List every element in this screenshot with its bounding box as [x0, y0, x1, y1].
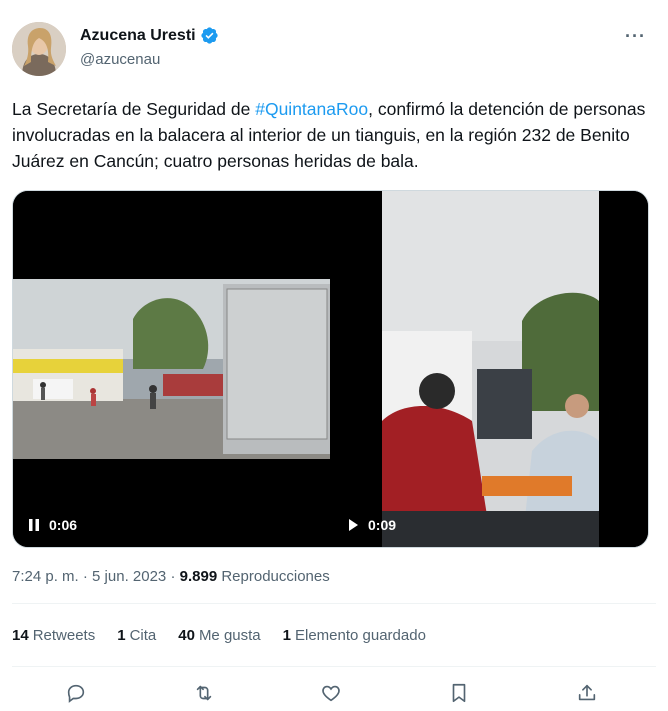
pause-icon[interactable]: [27, 518, 41, 532]
video-2-time: 0:09: [368, 517, 397, 533]
play-icon[interactable]: [346, 518, 360, 532]
video-1[interactable]: 0:06: [13, 191, 330, 547]
quotes-stat[interactable]: 1 Cita: [117, 627, 156, 644]
display-name[interactable]: Azucena Uresti: [80, 27, 196, 45]
reply-icon[interactable]: [61, 678, 91, 708]
hashtag-link[interactable]: #QuintanaRoo: [255, 99, 368, 119]
media-grid: 0:06 0:09: [12, 190, 649, 548]
retweets-label: Retweets: [32, 627, 96, 644]
avatar[interactable]: [12, 22, 66, 76]
bookmarks-count: 1: [282, 627, 291, 644]
tweet-text: La Secretaría de Seguridad de #QuintanaR…: [12, 96, 660, 174]
engagement-stats: 14 Retweets 1 Cita 40 Me gusta 1 Elemento gu…: [12, 627, 426, 644]
bookmark-icon[interactable]: [444, 678, 474, 708]
divider: [12, 666, 656, 667]
video-2[interactable]: 0:09: [332, 191, 648, 547]
tweet: Azucena Uresti @azucenau ··· La Secretar…: [0, 0, 668, 711]
meta-separator: ·: [82, 568, 88, 585]
bookmarks-stat[interactable]: 1 Elemento guardado: [283, 627, 426, 644]
bookmarks-label: Elemento guardado: [294, 627, 426, 644]
tweet-text-start: La Secretaría de Seguridad de: [12, 99, 256, 119]
retweet-icon[interactable]: [189, 678, 219, 708]
like-icon[interactable]: [316, 678, 346, 708]
likes-label: Me gusta: [198, 627, 261, 644]
tweet-date[interactable]: 5 jun. 2023: [92, 568, 166, 585]
quotes-count: 1: [117, 627, 126, 644]
video-1-frame: [13, 279, 330, 459]
video-2-frame: [382, 191, 599, 547]
retweets-stat[interactable]: 14 Retweets: [12, 627, 95, 644]
share-icon[interactable]: [572, 678, 602, 708]
tweet-time[interactable]: 7:24 p. m.: [12, 568, 79, 585]
tweet-meta: 7:24 p. m. · 5 jun. 2023 · 9.899 Reprodu…: [12, 568, 330, 585]
video-1-badge: 0:06: [27, 517, 77, 533]
handle[interactable]: @azucenau: [80, 51, 160, 68]
verified-badge-icon: [200, 26, 219, 45]
quotes-label: Cita: [129, 627, 157, 644]
tweet-header: Azucena Uresti @azucenau ···: [12, 22, 656, 78]
meta-separator: ·: [170, 568, 176, 585]
likes-count: 40: [178, 627, 195, 644]
views-count: 9.899: [179, 568, 218, 585]
video-1-time: 0:06: [49, 517, 78, 533]
divider: [12, 603, 656, 604]
action-bar: [12, 678, 656, 708]
retweets-count: 14: [12, 627, 29, 644]
likes-stat[interactable]: 40 Me gusta: [178, 627, 260, 644]
more-options-icon[interactable]: ···: [625, 26, 646, 47]
video-2-badge: 0:09: [346, 517, 396, 533]
views-label: Reproducciones: [221, 568, 330, 585]
